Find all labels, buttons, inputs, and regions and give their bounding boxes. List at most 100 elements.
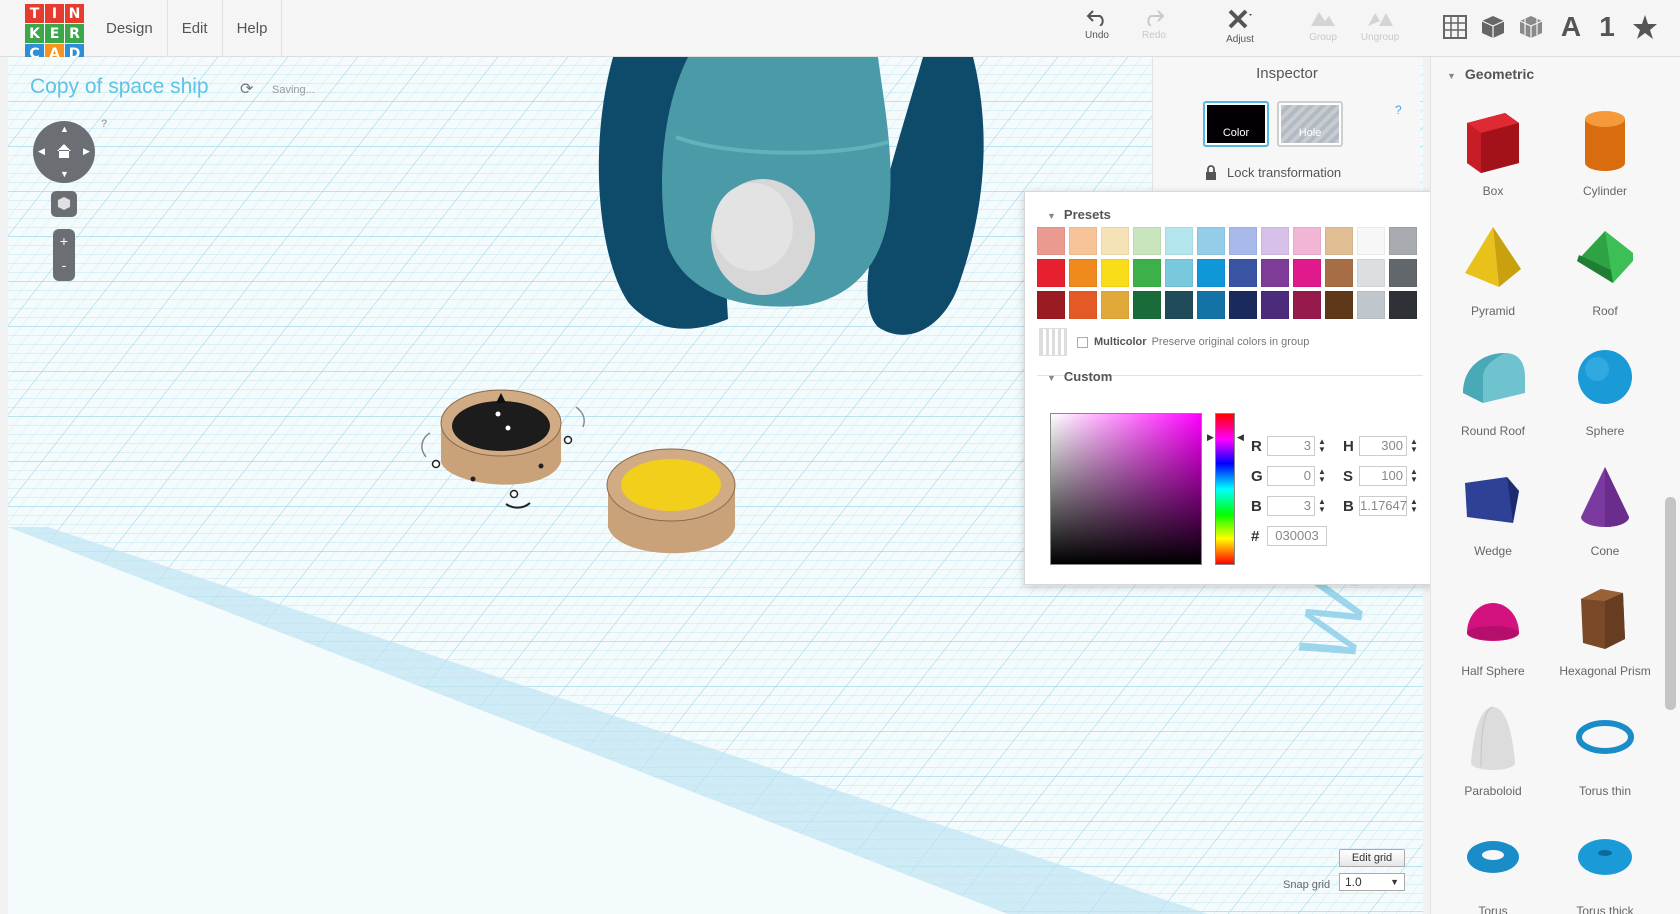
edit-grid-button[interactable]: Edit grid bbox=[1339, 849, 1405, 867]
preset-color-swatch[interactable] bbox=[1293, 291, 1321, 319]
h-stepper-icon[interactable]: ▲ ▼ bbox=[1410, 438, 1418, 454]
preset-color-swatch[interactable] bbox=[1165, 291, 1193, 319]
yellow-cylinder[interactable] bbox=[606, 448, 736, 554]
group-button[interactable]: Group bbox=[1293, 8, 1353, 43]
preset-color-swatch[interactable] bbox=[1037, 227, 1065, 255]
preset-color-swatch[interactable] bbox=[1325, 227, 1353, 255]
preset-color-swatch[interactable] bbox=[1101, 227, 1129, 255]
multicolor-checkbox[interactable] bbox=[1077, 336, 1088, 348]
preset-color-swatch[interactable] bbox=[1293, 259, 1321, 287]
color-button[interactable]: Color bbox=[1203, 101, 1269, 147]
preset-color-swatch[interactable] bbox=[1101, 291, 1129, 319]
preset-color-swatch[interactable] bbox=[1133, 291, 1161, 319]
preset-color-swatch[interactable] bbox=[1165, 227, 1193, 255]
preset-color-swatch[interactable] bbox=[1357, 227, 1385, 255]
zoom-out-button[interactable]: - bbox=[53, 253, 75, 277]
preset-color-swatch[interactable] bbox=[1261, 259, 1289, 287]
hex-input[interactable]: 030003 bbox=[1267, 526, 1327, 546]
fit-view-button[interactable] bbox=[51, 191, 77, 217]
multicolor-swatch[interactable] bbox=[1039, 328, 1067, 356]
nav-help-icon[interactable]: ? bbox=[101, 118, 107, 130]
preset-color-swatch[interactable] bbox=[1197, 259, 1225, 287]
preset-color-swatch[interactable] bbox=[1389, 227, 1417, 255]
preset-color-swatch[interactable] bbox=[1101, 259, 1129, 287]
h-input[interactable]: 300 bbox=[1359, 436, 1407, 456]
home-icon[interactable] bbox=[55, 142, 73, 160]
brightness-input[interactable]: 1.17647 bbox=[1359, 496, 1407, 516]
preset-color-swatch[interactable] bbox=[1261, 227, 1289, 255]
saturation-value-picker[interactable] bbox=[1050, 413, 1202, 565]
wire-cube-icon[interactable] bbox=[1516, 12, 1546, 42]
geometric-section-header[interactable]: ▼ Geometric bbox=[1447, 66, 1534, 82]
zoom-in-button[interactable]: + bbox=[53, 229, 75, 253]
preset-color-swatch[interactable] bbox=[1389, 259, 1417, 287]
number-one-icon[interactable]: 1 bbox=[1592, 11, 1622, 42]
shape-pyramid[interactable]: Pyramid bbox=[1437, 217, 1549, 337]
shape-hexagonal-prism[interactable]: Hexagonal Prism bbox=[1549, 577, 1661, 697]
hole-button[interactable]: Hole bbox=[1277, 101, 1343, 147]
shape-half-sphere[interactable]: Half Sphere bbox=[1437, 577, 1549, 697]
star-icon[interactable] bbox=[1630, 12, 1660, 42]
preset-color-swatch[interactable] bbox=[1165, 259, 1193, 287]
b-stepper-icon[interactable]: ▲ ▼ bbox=[1318, 498, 1326, 514]
preset-color-swatch[interactable] bbox=[1261, 291, 1289, 319]
preset-color-swatch[interactable] bbox=[1037, 291, 1065, 319]
b-input[interactable]: 3 bbox=[1267, 496, 1315, 516]
hue-slider[interactable] bbox=[1215, 413, 1235, 565]
menu-help[interactable]: Help bbox=[223, 0, 283, 57]
grid-view-icon[interactable] bbox=[1440, 12, 1470, 42]
preset-color-swatch[interactable] bbox=[1229, 227, 1257, 255]
preset-color-swatch[interactable] bbox=[1069, 227, 1097, 255]
lock-transformation[interactable]: Lock transformation bbox=[1205, 165, 1341, 180]
r-input[interactable]: 3 bbox=[1267, 436, 1315, 456]
preset-color-swatch[interactable] bbox=[1133, 259, 1161, 287]
shape-cone[interactable]: Cone bbox=[1549, 457, 1661, 577]
presets-header[interactable]: ▼ Presets bbox=[1047, 207, 1111, 222]
sidebar-scrollbar[interactable] bbox=[1665, 497, 1676, 710]
preset-color-swatch[interactable] bbox=[1133, 227, 1161, 255]
preset-color-swatch[interactable] bbox=[1197, 291, 1225, 319]
preset-color-swatch[interactable] bbox=[1357, 259, 1385, 287]
menu-edit[interactable]: Edit bbox=[168, 0, 223, 57]
g-stepper-icon[interactable]: ▲ ▼ bbox=[1318, 468, 1326, 484]
shape-sphere[interactable]: Sphere bbox=[1549, 337, 1661, 457]
shape-round-roof[interactable]: Round Roof bbox=[1437, 337, 1549, 457]
space-ship-model[interactable] bbox=[598, 57, 984, 335]
preset-color-swatch[interactable] bbox=[1229, 259, 1257, 287]
s-stepper-icon[interactable]: ▲ ▼ bbox=[1410, 468, 1418, 484]
preset-color-swatch[interactable] bbox=[1229, 291, 1257, 319]
s-input[interactable]: 100 bbox=[1359, 466, 1407, 486]
shape-torus[interactable]: Torus bbox=[1437, 817, 1549, 914]
text-a-icon[interactable]: A bbox=[1556, 11, 1586, 42]
shape-torus-thick[interactable]: Torus thick bbox=[1549, 817, 1661, 914]
preset-color-swatch[interactable] bbox=[1325, 259, 1353, 287]
preset-color-swatch[interactable] bbox=[1197, 227, 1225, 255]
shape-paraboloid[interactable]: Paraboloid bbox=[1437, 697, 1549, 817]
preset-color-swatch[interactable] bbox=[1357, 291, 1385, 319]
preset-color-swatch[interactable] bbox=[1293, 227, 1321, 255]
redo-button[interactable]: Redo bbox=[1124, 8, 1184, 41]
preset-color-swatch[interactable] bbox=[1389, 291, 1417, 319]
shape-roof[interactable]: Roof bbox=[1549, 217, 1661, 337]
snap-grid-select[interactable]: 1.0 ▼ bbox=[1339, 873, 1405, 891]
adjust-button[interactable]: Adjust bbox=[1210, 8, 1270, 45]
undo-button[interactable]: Undo bbox=[1067, 8, 1127, 41]
solid-cube-icon[interactable] bbox=[1478, 12, 1508, 42]
preset-color-swatch[interactable] bbox=[1069, 259, 1097, 287]
brightness-stepper-icon[interactable]: ▲ ▼ bbox=[1410, 498, 1418, 514]
shape-box[interactable]: Box bbox=[1437, 97, 1549, 217]
inspector-help-icon[interactable]: ? bbox=[1395, 103, 1402, 117]
tinkercad-logo[interactable]: TINKERCAD bbox=[25, 4, 85, 64]
g-input[interactable]: 0 bbox=[1267, 466, 1315, 486]
orbit-control[interactable]: ▲ ▼ ◀ ▶ bbox=[33, 121, 95, 183]
menu-design[interactable]: Design bbox=[92, 0, 168, 57]
preset-color-swatch[interactable] bbox=[1325, 291, 1353, 319]
custom-header[interactable]: ▼ Custom bbox=[1047, 369, 1112, 384]
shape-cylinder[interactable]: Cylinder bbox=[1549, 97, 1661, 217]
ungroup-button[interactable]: Ungroup bbox=[1350, 8, 1410, 43]
preset-color-swatch[interactable] bbox=[1069, 291, 1097, 319]
design-title[interactable]: Copy of space ship bbox=[30, 75, 209, 99]
shape-wedge[interactable]: Wedge bbox=[1437, 457, 1549, 577]
shape-torus-thin[interactable]: Torus thin bbox=[1549, 697, 1661, 817]
preset-color-swatch[interactable] bbox=[1037, 259, 1065, 287]
